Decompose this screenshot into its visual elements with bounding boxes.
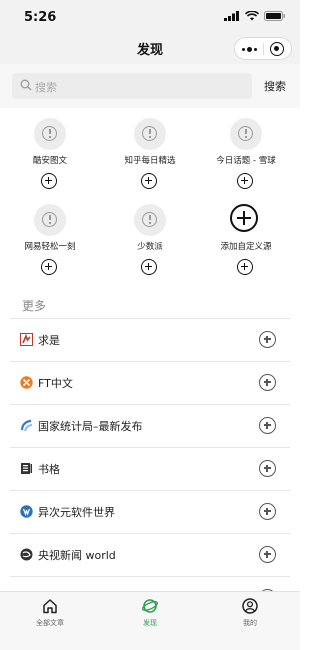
search-input[interactable]: 搜索 [12, 73, 252, 99]
source-label: 知乎每日精选 [124, 156, 176, 166]
status-time: 5:26 [24, 10, 57, 25]
tab-bar: 全部文章 发现 我的 [0, 591, 300, 650]
iplaysoft-logo [20, 505, 33, 518]
status-bar: 5:26 [0, 0, 300, 34]
add-icon[interactable] [259, 503, 276, 520]
add-icon[interactable] [259, 417, 276, 434]
list-item[interactable]: 求是 [10, 318, 290, 361]
add-custom-source-tile[interactable]: 添加自定义源 [196, 202, 296, 282]
status-icons [224, 11, 286, 21]
nav-bar: 发现 [0, 34, 300, 64]
add-source-icon[interactable] [41, 173, 57, 189]
battery-icon [264, 11, 285, 21]
capsule-divider [263, 43, 264, 55]
search-button[interactable]: 搜索 [264, 78, 286, 94]
cctv-logo [20, 548, 33, 561]
warning-icon [230, 118, 262, 150]
tab-all-articles[interactable]: 全部文章 [0, 596, 100, 636]
more-dots-icon[interactable] [240, 42, 258, 56]
warning-icon [134, 118, 166, 150]
add-icon[interactable] [259, 331, 276, 348]
tab-label: 我的 [243, 619, 257, 627]
wifi-icon [245, 11, 259, 21]
list-item-label: 异次元软件世界 [38, 506, 115, 519]
add-source-icon[interactable] [237, 259, 253, 275]
search-placeholder: 搜索 [35, 81, 57, 94]
source-tile: 酷安图文 [0, 116, 100, 196]
search-row: 搜索 搜索 [0, 64, 300, 108]
more-heading: 更多 [22, 299, 47, 313]
warning-icon [134, 204, 166, 236]
source-label: 今日话题 - 雪球 [216, 156, 276, 166]
source-tile: 知乎每日精选 [100, 116, 200, 196]
discover-icon [142, 599, 158, 613]
add-source-icon[interactable] [237, 173, 253, 189]
list-item[interactable]: 异次元软件世界 [10, 490, 290, 533]
ft-logo [20, 376, 33, 389]
list-item-label: 央视新闻 world [38, 549, 116, 562]
list-item[interactable]: 书格 [10, 447, 290, 490]
source-label: 网易轻松一刻 [24, 242, 76, 252]
shuge-logo [21, 463, 32, 474]
add-source-icon[interactable] [141, 173, 157, 189]
home-icon [43, 599, 57, 614]
add-icon[interactable] [259, 460, 276, 477]
stats-logo [20, 419, 33, 432]
list-item[interactable]: 央视新闻 world [10, 533, 290, 576]
list-item-label: 书格 [38, 463, 60, 476]
tab-discover[interactable]: 发现 [100, 596, 200, 636]
source-tile: 少数派 [100, 202, 200, 282]
tab-label: 全部文章 [36, 619, 64, 627]
list-item[interactable]: FT中文 [10, 361, 290, 404]
add-icon[interactable] [259, 374, 276, 391]
add-source-icon[interactable] [141, 259, 157, 275]
list-item[interactable]: 国家统计局–最新发布 [10, 404, 290, 447]
close-miniprogram-icon[interactable] [270, 42, 284, 56]
search-icon [20, 79, 32, 91]
source-label: 酷安图文 [32, 156, 67, 166]
source-label: 少数派 [137, 242, 163, 252]
list-item-label: FT中文 [38, 377, 73, 390]
add-source-icon[interactable] [41, 259, 57, 275]
source-label: 添加自定义源 [220, 242, 272, 252]
tab-label: 发现 [143, 619, 157, 627]
qiushi-logo [20, 333, 33, 346]
source-tile: 网易轻松一刻 [0, 202, 100, 282]
warning-icon [34, 118, 66, 150]
tab-profile[interactable]: 我的 [200, 596, 300, 636]
source-tile: 今日话题 - 雪球 [196, 116, 296, 196]
add-icon[interactable] [259, 546, 276, 563]
list-item-label: 国家统计局–最新发布 [38, 420, 143, 433]
miniprogram-capsule [234, 37, 292, 60]
warning-icon [34, 204, 66, 236]
signal-icon [224, 11, 239, 21]
profile-icon [242, 598, 258, 614]
add-custom-source-icon[interactable] [230, 204, 258, 232]
more-list: 求是 FT中文 国家统计局–最新发布 书格 异次元软件世界 央视新闻 world [10, 318, 290, 619]
list-item-label: 求是 [38, 334, 60, 347]
